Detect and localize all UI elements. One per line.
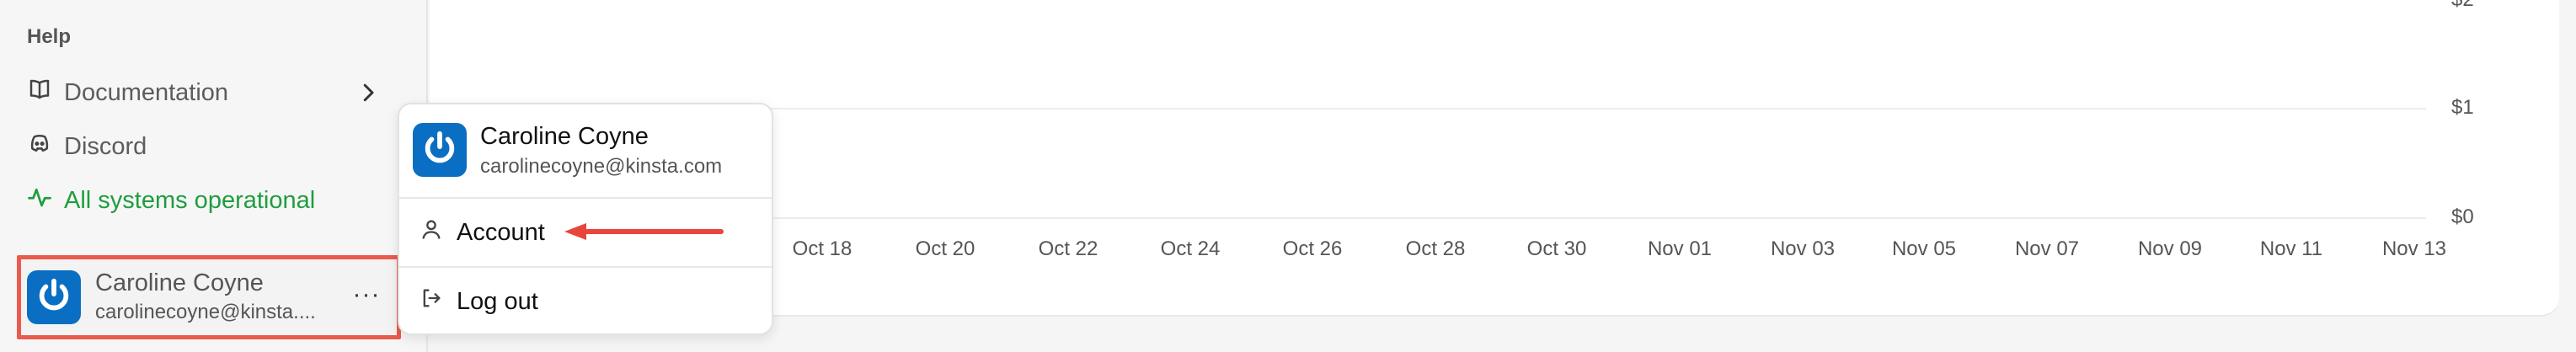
divider (399, 266, 772, 268)
y-axis-label: $2 (2451, 0, 2474, 12)
x-axis-tick: Nov 07 (2014, 237, 2080, 260)
sidebar: Help Documentation Discord All systems o… (0, 0, 428, 352)
avatar (413, 123, 467, 177)
menu-item-account[interactable]: Account (420, 214, 545, 251)
avatar (27, 270, 81, 324)
sidebar-item-status[interactable]: All systems operational (27, 180, 381, 221)
x-axis-tick: Oct 22 (1038, 237, 1098, 260)
more-icon[interactable]: ··· (350, 278, 383, 312)
user-dropdown-menu: Caroline Coyne carolinecoyne@kinsta.com … (398, 103, 773, 335)
sidebar-item-documentation[interactable]: Documentation (27, 72, 381, 113)
activity-icon (27, 184, 52, 216)
x-axis-tick: Oct 20 (915, 237, 975, 260)
menu-item-label: Account (457, 218, 545, 246)
chevron-right-icon (355, 80, 381, 112)
x-axis-tick: Nov 11 (2259, 237, 2323, 260)
user-name: Caroline Coyne (95, 269, 264, 296)
power-icon (420, 129, 459, 172)
discord-icon (27, 131, 52, 163)
x-axis-tick: Nov 05 (1891, 237, 1957, 260)
menu-item-label: Log out (457, 287, 538, 315)
user-icon (420, 217, 443, 248)
x-axis-tick: Oct 30 (1526, 237, 1587, 260)
sidebar-item-discord[interactable]: Discord (27, 126, 381, 167)
divider (399, 197, 772, 199)
sidebar-item-label: Discord (64, 132, 147, 160)
user-menu-trigger[interactable]: Caroline Coyne carolinecoyne@kinsta.... … (17, 255, 401, 339)
book-icon (27, 77, 52, 109)
menu-user-email: carolinecoyne@kinsta.com (480, 155, 723, 178)
sidebar-item-label: Documentation (64, 78, 229, 106)
x-axis-tick: Nov 09 (2137, 237, 2203, 260)
x-axis-tick: Nov 01 (1647, 237, 1713, 260)
section-label-help: Help (27, 25, 72, 48)
x-axis-tick: Nov 13 (2381, 237, 2447, 260)
power-icon (35, 276, 73, 319)
y-axis-label: $0 (2451, 205, 2474, 228)
logout-icon (420, 286, 443, 317)
x-axis-tick: Nov 03 (1770, 237, 1836, 260)
sidebar-item-label: All systems operational (64, 186, 316, 214)
menu-item-logout[interactable]: Log out (420, 283, 538, 320)
annotation-arrow-icon (564, 223, 724, 240)
x-axis-tick: Oct 28 (1405, 237, 1466, 260)
x-axis-tick: Oct 18 (792, 237, 852, 260)
y-axis-label: $1 (2451, 96, 2474, 119)
x-axis-tick: Oct 26 (1282, 237, 1343, 260)
x-axis-tick: Oct 24 (1160, 237, 1221, 260)
menu-user-name: Caroline Coyne (480, 123, 649, 150)
user-email: carolinecoyne@kinsta.... (95, 301, 316, 323)
